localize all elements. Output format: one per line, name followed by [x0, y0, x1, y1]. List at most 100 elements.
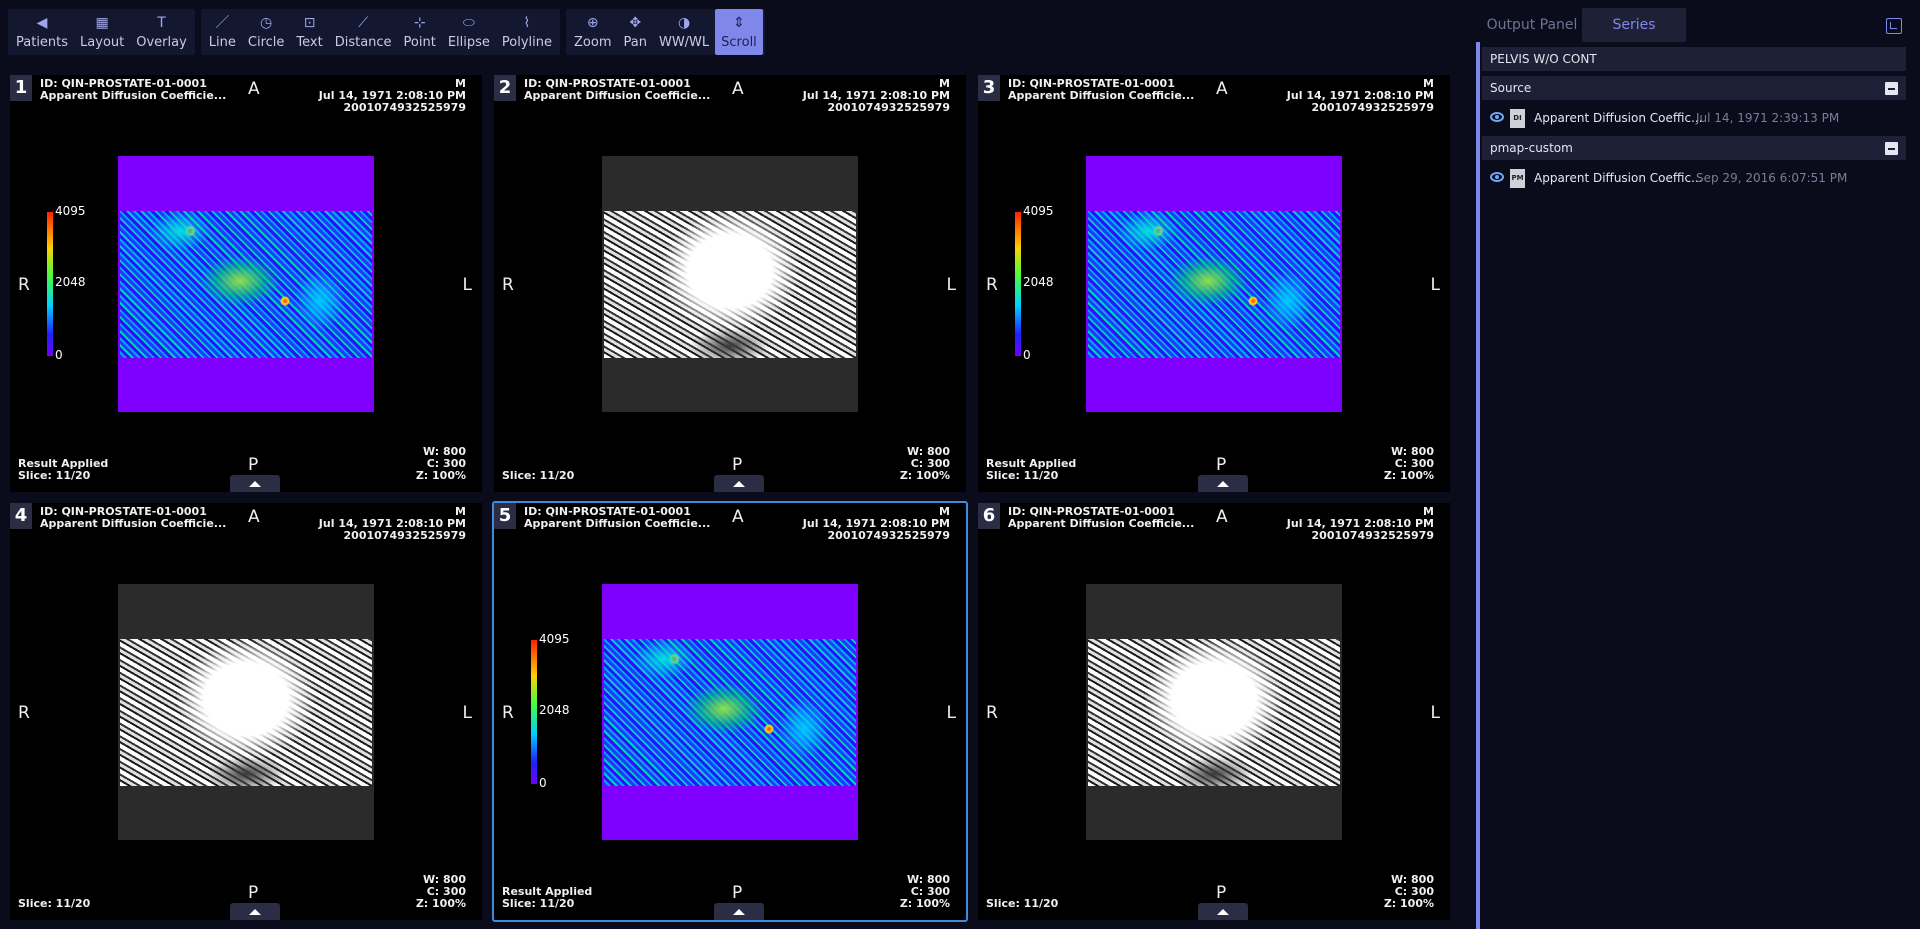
series-description: Apparent Diffusion Coefficie... — [40, 517, 227, 530]
viewport-1[interactable]: 1 ID: QIN-PROSTATE-01-0001 Apparent Diff… — [8, 73, 484, 494]
window-info: W: 800 C: 300 Z: 100% — [416, 874, 466, 910]
patient-info: ID: QIN-PROSTATE-01-0001 Apparent Diffus… — [1008, 506, 1194, 530]
overlay-button[interactable]: T Overlay — [130, 9, 193, 55]
image-content — [604, 211, 856, 358]
toolbar-group: ／ Line ◷ Circle ⊡ Text ⟋ Distance ⊹ Point ⬭ Ellipse… — [200, 9, 561, 55]
zoom-level: Z: 100% — [1383, 469, 1434, 482]
patients-label: Patients — [16, 35, 69, 50]
wwwl-button[interactable]: ◑ WW/WL — [653, 9, 715, 55]
orientation-posterior: P — [1216, 883, 1227, 903]
colorbar-min: 0 — [55, 348, 63, 362]
slice-number: Slice: 11/20 — [986, 469, 1059, 482]
study-info: M Jul 14, 1971 2:08:10 PM 20010749325259… — [319, 78, 466, 114]
patient-info: ID: QIN-PROSTATE-01-0001 Apparent Diffus… — [40, 506, 226, 530]
slice-info: Result Applied Slice: 11/20 — [502, 886, 592, 910]
colorbar — [47, 212, 53, 356]
orientation-left: L — [462, 703, 472, 723]
expand-up-icon[interactable] — [1198, 903, 1248, 920]
orientation-posterior: P — [732, 455, 743, 475]
visibility-eye-icon[interactable] — [1490, 172, 1504, 182]
viewport-5[interactable]: 5 ID: QIN-PROSTATE-01-0001 Apparent Diff… — [492, 501, 968, 922]
series-description: Apparent Diffusion Coefficie... — [1008, 517, 1195, 530]
orientation-anterior: A — [248, 507, 260, 527]
colorbar-max: 4095 — [539, 632, 570, 646]
viewport-3[interactable]: 3 ID: QIN-PROSTATE-01-0001 Apparent Diff… — [976, 73, 1452, 494]
wwwl-icon: ◑ — [677, 15, 691, 31]
visibility-eye-icon[interactable] — [1490, 112, 1504, 122]
study-uid: 2001074932525979 — [343, 529, 466, 542]
line-button[interactable]: ／ Line — [203, 9, 242, 55]
expand-up-icon[interactable] — [1198, 475, 1248, 492]
orientation-left: L — [462, 275, 472, 295]
orientation-posterior: P — [1216, 455, 1227, 475]
slice-number: Slice: 11/20 — [18, 897, 91, 910]
slice-number: Slice: 11/20 — [18, 469, 91, 482]
polyline-button[interactable]: ⌇ Polyline — [496, 9, 558, 55]
expand-up-icon[interactable] — [714, 903, 764, 920]
line-icon: ／ — [215, 15, 230, 31]
mri-image[interactable] — [602, 156, 858, 412]
text-button[interactable]: ⊡ Text — [290, 9, 328, 55]
tab-output-panel[interactable]: Output Panel — [1482, 8, 1582, 42]
series-item[interactable]: PM Apparent Diffusion Coeffic... Sep 29,… — [1482, 163, 1906, 193]
collapse-panel-icon[interactable] — [1886, 18, 1902, 34]
series-name: Apparent Diffusion Coeffic... — [1534, 111, 1703, 125]
point-icon: ⊹ — [413, 15, 426, 31]
viewport-6[interactable]: 6 ID: QIN-PROSTATE-01-0001 Apparent Diff… — [976, 501, 1452, 922]
wwwl-label: WW/WL — [658, 35, 710, 50]
slice-number: Slice: 11/20 — [502, 897, 575, 910]
mri-image[interactable] — [1086, 156, 1342, 412]
viewport-number: 5 — [494, 503, 516, 529]
colorbar-min: 0 — [1023, 348, 1031, 362]
viewport-number: 4 — [10, 503, 32, 529]
viewport-number: 2 — [494, 75, 516, 101]
series-description: Apparent Diffusion Coefficie... — [1008, 89, 1195, 102]
window-info: W: 800 C: 300 Z: 100% — [1384, 446, 1434, 482]
slice-number: Slice: 11/20 — [502, 469, 575, 482]
zoom-button[interactable]: ⊕ Zoom — [568, 9, 617, 55]
orientation-right: R — [18, 275, 30, 295]
slice-info: Slice: 11/20 — [986, 898, 1058, 910]
window-info: W: 800 C: 300 Z: 100% — [416, 446, 466, 482]
pan-icon: ✥ — [629, 15, 642, 31]
expand-up-icon[interactable] — [230, 903, 280, 920]
expand-up-icon[interactable] — [714, 475, 764, 492]
zoom-level: Z: 100% — [415, 469, 466, 482]
mri-image[interactable] — [118, 584, 374, 840]
colorbar-min: 0 — [539, 776, 547, 790]
layout-button[interactable]: ▦ Layout — [74, 9, 130, 55]
study-info: M Jul 14, 1971 2:08:10 PM 20010749325259… — [803, 506, 950, 542]
pan-button[interactable]: ✥ Pan — [618, 9, 653, 55]
expand-up-icon[interactable] — [230, 475, 280, 492]
mri-image[interactable] — [602, 584, 858, 840]
orientation-anterior: A — [1216, 79, 1228, 99]
tab-series[interactable]: Series — [1582, 8, 1686, 42]
pan-label: Pan — [623, 35, 647, 50]
collapse-section-icon[interactable] — [1885, 82, 1898, 95]
patients-button[interactable]: ◀ Patients — [10, 9, 74, 55]
study-uid: 2001074932525979 — [343, 101, 466, 114]
collapse-section-icon[interactable] — [1885, 142, 1898, 155]
distance-label: Distance — [334, 35, 392, 50]
scroll-button[interactable]: ⇕ Scroll — [715, 9, 763, 55]
mri-image[interactable] — [1086, 584, 1342, 840]
point-button[interactable]: ⊹ Point — [398, 9, 442, 55]
study-title: PELVIS W/O CONT — [1482, 47, 1906, 71]
section-pmap-header[interactable]: pmap-custom — [1482, 136, 1906, 160]
viewport-4[interactable]: 4 ID: QIN-PROSTATE-01-0001 Apparent Diff… — [8, 501, 484, 922]
orientation-right: R — [502, 703, 514, 723]
section-source-header[interactable]: Source — [1482, 76, 1906, 100]
zoom-level: Z: 100% — [899, 469, 950, 482]
series-item[interactable]: DI Apparent Diffusion Coeffic... Jul 14,… — [1482, 103, 1906, 133]
orientation-anterior: A — [248, 79, 260, 99]
zoom-level: Z: 100% — [1383, 897, 1434, 910]
viewport-2[interactable]: 2 ID: QIN-PROSTATE-01-0001 Apparent Diff… — [492, 73, 968, 494]
study-uid: 2001074932525979 — [827, 101, 950, 114]
colorbar-mid: 2048 — [1023, 275, 1054, 289]
mri-image[interactable] — [118, 156, 374, 412]
ellipse-button[interactable]: ⬭ Ellipse — [442, 9, 496, 55]
slice-number: Slice: 11/20 — [986, 897, 1059, 910]
circle-button[interactable]: ◷ Circle — [242, 9, 291, 55]
study-info: M Jul 14, 1971 2:08:10 PM 20010749325259… — [803, 78, 950, 114]
distance-button[interactable]: ⟋ Distance — [329, 9, 398, 55]
